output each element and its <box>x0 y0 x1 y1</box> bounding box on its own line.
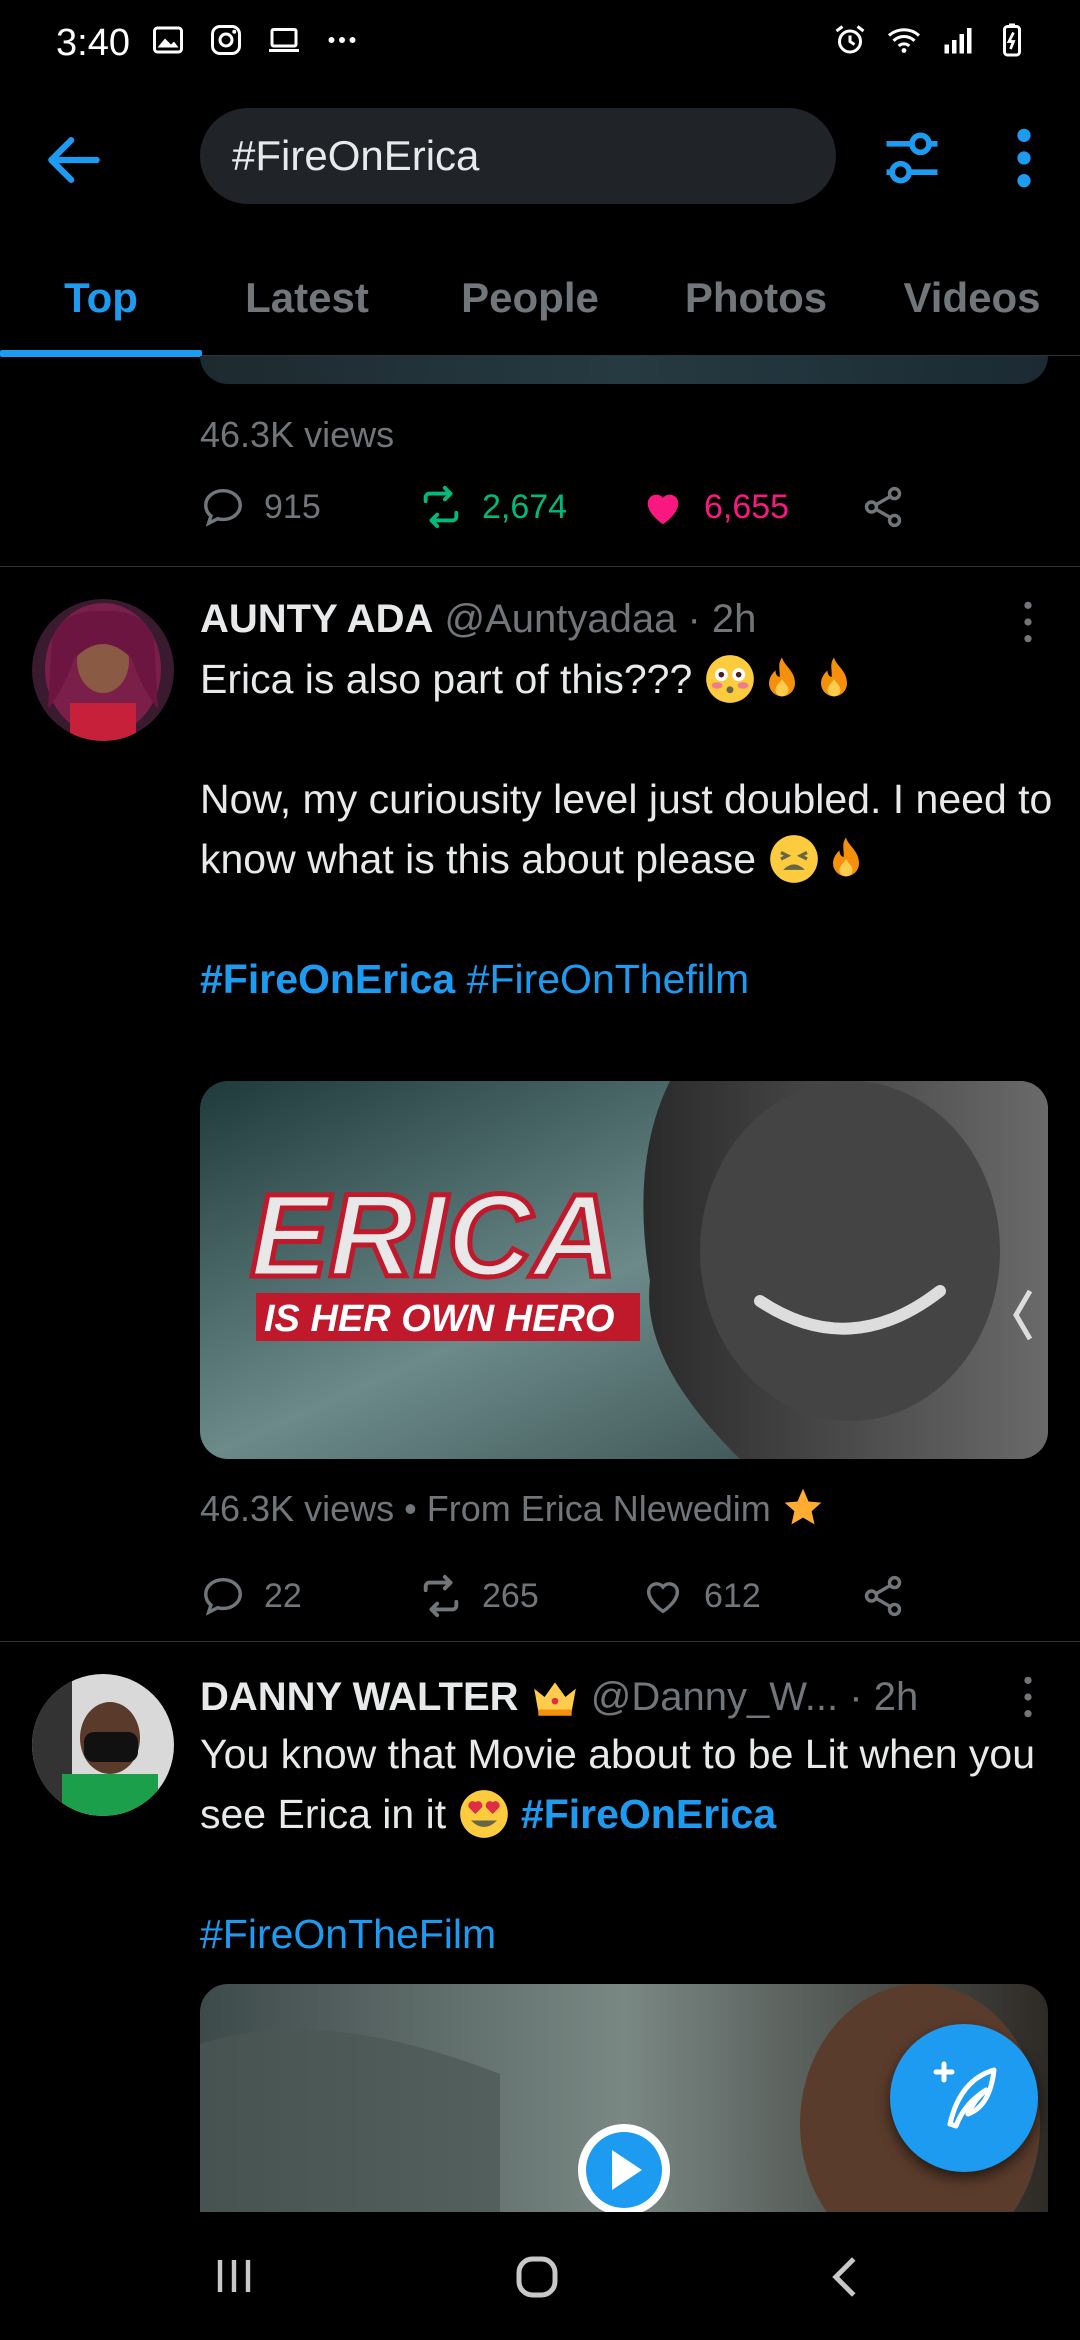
wifi-icon <box>888 28 920 53</box>
search-header: #FireOnErica <box>0 100 1080 220</box>
previous-tweet-views: 46.3K views <box>200 414 395 455</box>
share-icon <box>864 486 902 528</box>
avatar[interactable] <box>32 599 174 741</box>
author-name[interactable]: AUNTY ADA <box>200 597 433 641</box>
status-bar: 3:40 <box>0 0 1080 90</box>
reply-count: 915 <box>264 487 321 526</box>
tweet-media-video[interactable]: ERICA IS HER OWN HERO <box>200 1081 1048 1459</box>
retweet-button[interactable]: 2,674 <box>418 484 567 530</box>
instagram-icon <box>211 25 241 55</box>
reply-icon <box>204 488 242 527</box>
share-icon <box>864 1575 902 1617</box>
tweet-more-icon[interactable] <box>1016 597 1040 647</box>
overflow-menu-icon[interactable] <box>1000 124 1048 192</box>
hashtag-link[interactable]: #FireOnTheFilm <box>200 1911 496 1957</box>
views-count: 46.3K views <box>200 1488 395 1529</box>
tab-latest[interactable]: Latest <box>202 240 412 356</box>
share-button[interactable] <box>860 1573 906 1619</box>
previous-tweet-media[interactable] <box>200 356 1048 384</box>
flushed-face-emoji-icon <box>705 655 754 703</box>
reply-count: 22 <box>264 1576 302 1615</box>
gallery-icon <box>153 26 183 54</box>
search-filter-icon[interactable] <box>878 124 946 192</box>
more-dots-icon <box>328 37 356 43</box>
tab-videos[interactable]: Videos <box>864 240 1080 356</box>
share-button[interactable] <box>860 484 906 530</box>
fire-emoji-icon <box>768 657 795 697</box>
search-tabs: Top Latest People Photos Videos <box>0 240 1080 357</box>
tweet-header: AUNTY ADA @Auntyadaa · 2h <box>200 597 756 642</box>
like-count: 612 <box>704 1576 761 1615</box>
crown-emoji-icon <box>533 1682 576 1716</box>
media-title-text: ERICA <box>250 1170 617 1302</box>
heart-eyes-emoji-icon <box>459 1790 508 1838</box>
retweet-count: 2,674 <box>482 487 568 526</box>
retweet-icon <box>423 485 459 529</box>
reply-button[interactable]: 22 <box>200 1573 302 1619</box>
tweet-views: 46.3K views • From Erica Nlewedim <box>200 1485 825 1530</box>
home-icon[interactable] <box>510 2250 564 2304</box>
reply-button[interactable]: 915 <box>200 484 321 530</box>
retweet-count: 265 <box>482 1576 539 1615</box>
heart-filled-icon <box>647 494 679 525</box>
signal-icon <box>944 28 972 54</box>
author-name[interactable]: DANNY WALTER <box>200 1675 519 1719</box>
fire-emoji-icon <box>820 657 847 697</box>
search-query: #FireOnErica <box>232 132 480 179</box>
avatar[interactable] <box>32 1674 174 1816</box>
tab-people[interactable]: People <box>412 240 648 356</box>
back-arrow-icon[interactable] <box>40 126 108 194</box>
tweet-line: Now, my curiousity level just doubled. I… <box>200 776 1053 882</box>
hashtag-link[interactable]: #FireOnThefilm <box>467 956 750 1002</box>
tired-face-emoji-icon <box>769 835 818 883</box>
tweet-text: You know that Movie about to be Lit when… <box>200 1724 1060 1964</box>
heart-outline-icon <box>646 1582 680 1614</box>
tweet-time: · 2h <box>849 1675 919 1719</box>
back-nav-icon[interactable] <box>820 2250 874 2304</box>
system-navigation-bar <box>0 2212 1080 2340</box>
hashtag-link[interactable]: #FireOnErica <box>521 1791 776 1837</box>
hashtag-link[interactable]: #FireOnErica <box>200 956 455 1002</box>
recent-apps-icon[interactable] <box>210 2252 258 2300</box>
video-source[interactable]: From Erica Nlewedim <box>427 1488 771 1529</box>
star-emoji-icon <box>784 1488 822 1525</box>
previous-tweet-actions: 915 2,674 6,655 <box>200 484 960 544</box>
like-button[interactable]: 6,655 <box>640 484 789 530</box>
tab-photos[interactable]: Photos <box>648 240 864 356</box>
tweet-time: · 2h <box>687 597 757 641</box>
like-button[interactable]: 612 <box>640 1573 761 1619</box>
alarm-icon <box>835 25 865 54</box>
tweet-line: Erica is also part of this??? <box>200 656 693 702</box>
tweet-text: Erica is also part of this??? Now, my cu… <box>200 649 1060 1009</box>
status-time: 3:40 <box>56 22 130 64</box>
laptop-icon <box>269 28 299 52</box>
tweet-actions: 22 265 612 <box>200 1573 960 1633</box>
tweet-header: DANNY WALTER @Danny_W... · 2h <box>200 1672 918 1722</box>
like-count: 6,655 <box>704 487 790 526</box>
media-subtitle-text: IS HER OWN HERO <box>264 1298 614 1340</box>
fire-emoji-icon <box>832 837 859 877</box>
retweet-button[interactable]: 265 <box>418 1573 539 1619</box>
compose-feather-icon <box>933 2061 997 2129</box>
tweet-card[interactable]: AUNTY ADA @Auntyadaa · 2h Erica is also … <box>0 567 1080 1641</box>
compose-tweet-button[interactable] <box>890 2024 1038 2172</box>
battery-icon <box>1003 23 1021 57</box>
search-input[interactable]: #FireOnErica <box>200 108 836 204</box>
author-handle[interactable]: @Danny_W... <box>591 1675 838 1719</box>
reply-icon <box>204 1577 242 1616</box>
tab-top[interactable]: Top <box>0 240 202 357</box>
author-handle[interactable]: @Auntyadaa <box>444 597 676 641</box>
tweet-more-icon[interactable] <box>1016 1672 1040 1722</box>
retweet-icon <box>423 1574 459 1618</box>
